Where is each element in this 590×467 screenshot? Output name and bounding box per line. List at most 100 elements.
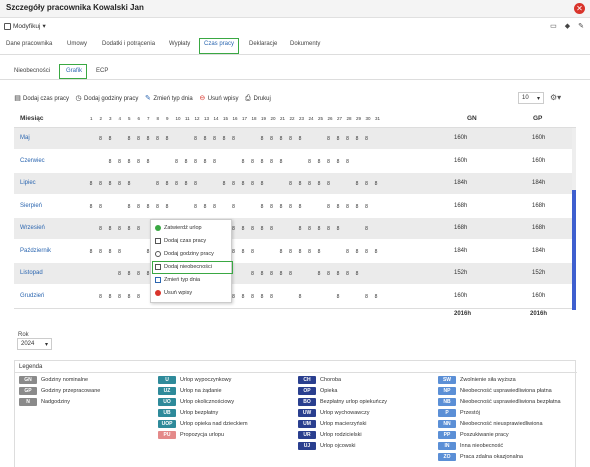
day-cell[interactable]: 8: [287, 181, 295, 187]
day-cell[interactable]: 8: [135, 226, 143, 232]
day-cell[interactable]: 8: [258, 271, 266, 277]
day-cell[interactable]: 8: [372, 249, 380, 255]
day-cell[interactable]: 8: [230, 136, 238, 142]
day-cell[interactable]: 8: [363, 249, 371, 255]
tag-icon[interactable]: ◆: [565, 22, 570, 30]
day-cell[interactable]: 8: [220, 136, 228, 142]
day-cell[interactable]: 8: [249, 271, 257, 277]
day-cell[interactable]: 8: [249, 159, 257, 165]
day-cell[interactable]: 8: [201, 136, 209, 142]
day-cell[interactable]: 8: [344, 159, 352, 165]
gear-icon[interactable]: ⚙▾: [550, 93, 561, 102]
day-cell[interactable]: 8: [125, 204, 133, 210]
day-cell[interactable]: 8: [296, 181, 304, 187]
table-row[interactable]: Lipiec 8 8 8 8 8 8 8 8 8 8 8 8 8 8 8 8 8 8 8 8 8 8 8 184h 184h: [14, 173, 572, 194]
tab-working-time[interactable]: Czas pracy: [204, 41, 234, 47]
menu-approve-leave[interactable]: Zatwierdź urlop: [155, 225, 202, 231]
day-cell[interactable]: 8: [230, 181, 238, 187]
month-name[interactable]: Wrzesień: [20, 225, 45, 231]
day-cell[interactable]: 8: [277, 271, 285, 277]
day-cell[interactable]: 8: [296, 204, 304, 210]
day-cell[interactable]: 8: [163, 136, 171, 142]
delete-entries-button[interactable]: ⊖ Usuń wpisy: [199, 95, 238, 102]
day-cell[interactable]: 8: [249, 226, 257, 232]
day-cell[interactable]: 8: [306, 181, 314, 187]
day-cell[interactable]: 8: [363, 294, 371, 300]
day-cell[interactable]: 8: [97, 204, 105, 210]
day-cell[interactable]: 8: [239, 181, 247, 187]
page-size-select[interactable]: 10 ▾: [518, 92, 544, 104]
day-cell[interactable]: 8: [287, 249, 295, 255]
grid-scrollbar[interactable]: [572, 128, 576, 310]
day-cell[interactable]: 8: [106, 136, 114, 142]
day-cell[interactable]: 8: [173, 181, 181, 187]
day-cell[interactable]: 8: [135, 294, 143, 300]
day-cell[interactable]: 8: [173, 159, 181, 165]
day-cell[interactable]: 8: [135, 159, 143, 165]
day-cell[interactable]: 8: [192, 204, 200, 210]
day-cell[interactable]: 8: [325, 181, 333, 187]
day-cell[interactable]: 8: [296, 136, 304, 142]
day-cell[interactable]: 8: [353, 136, 361, 142]
month-name[interactable]: Maj: [20, 135, 30, 141]
tab-employee-data[interactable]: Dane pracownika: [6, 41, 52, 47]
day-cell[interactable]: 8: [268, 204, 276, 210]
print-button[interactable]: ⎙ Drukuj: [244, 95, 271, 102]
day-cell[interactable]: 8: [239, 249, 247, 255]
day-cell[interactable]: 8: [211, 159, 219, 165]
day-cell[interactable]: 8: [287, 136, 295, 142]
scrollbar-thumb[interactable]: [572, 190, 576, 310]
day-cell[interactable]: 8: [353, 249, 361, 255]
tab-documents[interactable]: Dokumenty: [290, 41, 320, 47]
day-cell[interactable]: 8: [192, 136, 200, 142]
day-cell[interactable]: 8: [239, 226, 247, 232]
day-cell[interactable]: 8: [182, 181, 190, 187]
folder-icon[interactable]: ▭: [550, 22, 557, 30]
day-cell[interactable]: 8: [144, 204, 152, 210]
table-row[interactable]: Sierpień 8 8 8 8 8 8 8 8 8 8 8 8 8 8 8 8 8 8 8 8 8 168h 168h: [14, 196, 572, 217]
day-cell[interactable]: 8: [154, 181, 162, 187]
day-cell[interactable]: 8: [268, 136, 276, 142]
day-cell[interactable]: 8: [239, 294, 247, 300]
day-cell[interactable]: 8: [230, 204, 238, 210]
day-cell[interactable]: 8: [277, 204, 285, 210]
tab-absences[interactable]: Nieobecności: [14, 68, 50, 74]
modify-button[interactable]: Modyfikuj ▾: [4, 22, 46, 30]
day-cell[interactable]: 8: [144, 136, 152, 142]
month-name[interactable]: Listopad: [20, 270, 43, 276]
day-cell[interactable]: 8: [125, 271, 133, 277]
day-cell[interactable]: 8: [315, 181, 323, 187]
day-cell[interactable]: 8: [182, 159, 190, 165]
day-cell[interactable]: 8: [106, 159, 114, 165]
day-cell[interactable]: 8: [363, 204, 371, 210]
day-cell[interactable]: 8: [334, 294, 342, 300]
day-cell[interactable]: 8: [315, 271, 323, 277]
menu-add-time[interactable]: Dodaj czas pracy: [155, 238, 206, 244]
day-cell[interactable]: 8: [220, 181, 228, 187]
day-cell[interactable]: 8: [106, 294, 114, 300]
day-cell[interactable]: 8: [163, 181, 171, 187]
day-cell[interactable]: 8: [363, 181, 371, 187]
day-cell[interactable]: 8: [125, 294, 133, 300]
day-cell[interactable]: 8: [97, 136, 105, 142]
month-name[interactable]: Lipiec: [20, 180, 36, 186]
month-name[interactable]: Sierpień: [20, 203, 42, 209]
day-cell[interactable]: 8: [268, 226, 276, 232]
day-cell[interactable]: 8: [258, 181, 266, 187]
day-cell[interactable]: 8: [116, 249, 124, 255]
day-cell[interactable]: 8: [87, 181, 95, 187]
day-cell[interactable]: 8: [268, 271, 276, 277]
day-cell[interactable]: 8: [106, 181, 114, 187]
day-cell[interactable]: 8: [334, 204, 342, 210]
day-cell[interactable]: 8: [353, 271, 361, 277]
day-cell[interactable]: 8: [192, 181, 200, 187]
day-cell[interactable]: 8: [353, 204, 361, 210]
close-icon[interactable]: ✕: [574, 3, 585, 14]
table-row[interactable]: Czerwiec 8 8 8 8 8 8 8 8 8 8 8 8 8 8 8 8 8 8 8 8 160h 160h: [14, 151, 572, 172]
day-cell[interactable]: 8: [334, 271, 342, 277]
menu-delete[interactable]: Usuń wpisy: [155, 290, 192, 296]
day-cell[interactable]: 8: [106, 226, 114, 232]
day-cell[interactable]: 8: [344, 204, 352, 210]
day-cell[interactable]: 8: [334, 159, 342, 165]
pencil-icon[interactable]: ✎: [578, 22, 584, 30]
